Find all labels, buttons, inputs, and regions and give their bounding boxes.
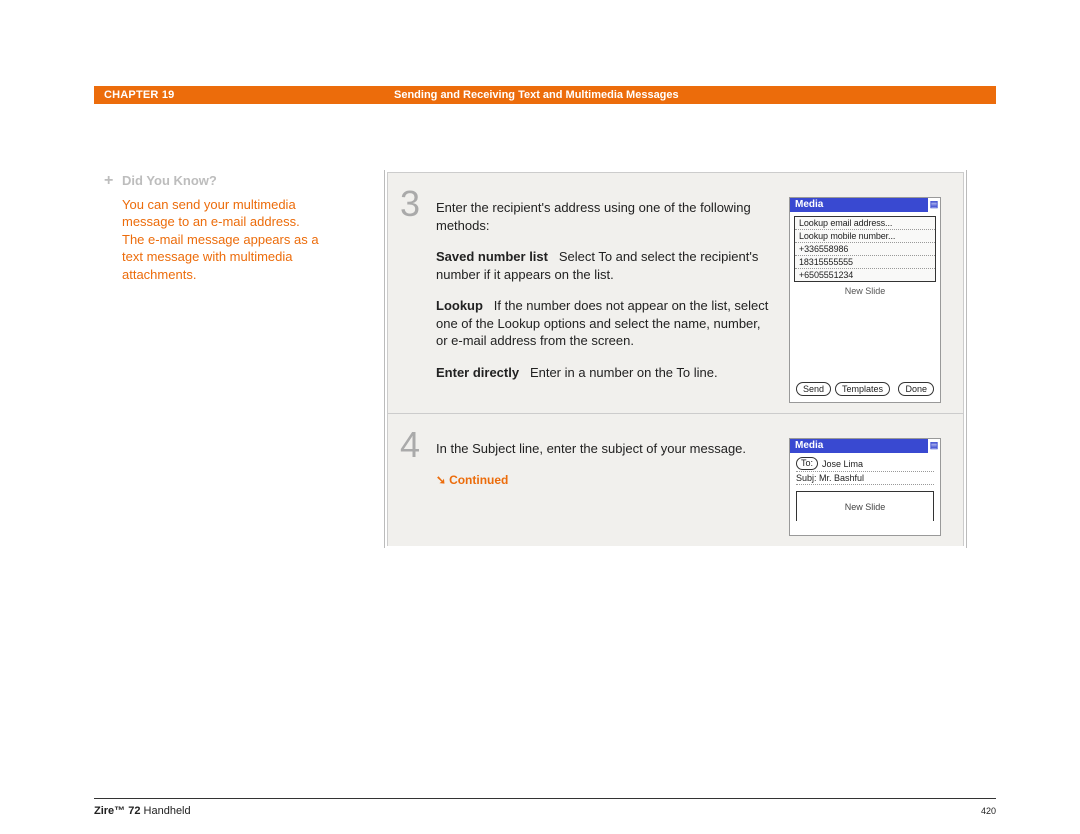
subject-line: Subj: Mr. Bashful — [796, 472, 934, 485]
device2-titlebar: Media ▤ — [790, 439, 940, 453]
step-4: 4 In the Subject line, enter the subject… — [387, 413, 964, 546]
list-item[interactable]: 18315555555 — [795, 256, 935, 269]
step-3-body: Enter the recipient's address using one … — [432, 173, 783, 413]
step-4-body: In the Subject line, enter the subject o… — [432, 414, 783, 546]
step-3-item-lookup: Lookup If the number does not appear on … — [436, 297, 773, 350]
menu-icon[interactable]: ▤ — [928, 439, 940, 453]
step-3-intro: Enter the recipient's address using one … — [436, 199, 773, 234]
to-button[interactable]: To: — [796, 457, 818, 470]
continued-arrow-icon: ➘ — [436, 472, 446, 488]
step-3: 3 Enter the recipient's address using on… — [387, 172, 964, 413]
step-number: 4 — [388, 414, 432, 546]
did-you-know-body: You can send your multimedia message to … — [104, 196, 324, 284]
step-number: 3 — [388, 173, 432, 413]
templates-button[interactable]: Templates — [835, 382, 890, 396]
send-button[interactable]: Send — [796, 382, 831, 396]
menu-icon[interactable]: ▤ — [928, 198, 940, 212]
step-4-screenshot: Media ▤ To: Jose Lima Subj: Mr. Bashful … — [783, 414, 963, 546]
did-you-know-sidebar: +Did You Know? You can send your multime… — [104, 170, 324, 283]
step-3-screenshot: Media ▤ Lookup email address... Lookup m… — [783, 173, 963, 413]
new-slide-label: New Slide — [798, 286, 932, 296]
subject-value: Mr. Bashful — [819, 473, 864, 483]
chapter-label: CHAPTER 19 — [94, 89, 174, 101]
page-number: 420 — [981, 806, 996, 816]
list-item[interactable]: +6505551234 — [795, 269, 935, 281]
list-item[interactable]: Lookup email address... — [795, 217, 935, 230]
device1-titlebar: Media ▤ — [790, 198, 940, 212]
product-name: Zire™ 72 Handheld — [94, 805, 191, 817]
to-value: Jose Lima — [822, 459, 863, 469]
step-3-item-direct: Enter directly Enter in a number on the … — [436, 364, 773, 382]
new-slide-area[interactable]: New Slide — [796, 491, 934, 521]
plus-icon: + — [104, 170, 122, 192]
device-media-compose: Media ▤ To: Jose Lima Subj: Mr. Bashful … — [789, 438, 941, 536]
continued-indicator: ➘Continued — [436, 472, 773, 488]
chapter-title: Sending and Receiving Text and Multimedi… — [394, 86, 679, 104]
device-media-lookup: Media ▤ Lookup email address... Lookup m… — [789, 197, 941, 403]
device1-buttons: Send Templates Done — [790, 378, 940, 402]
done-button[interactable]: Done — [898, 382, 934, 396]
to-line: To: Jose Lima — [796, 457, 934, 472]
chapter-header: CHAPTER 19 Sending and Receiving Text an… — [94, 86, 996, 104]
list-item[interactable]: Lookup mobile number... — [795, 230, 935, 243]
list-item[interactable]: +336558986 — [795, 243, 935, 256]
did-you-know-heading: +Did You Know? — [104, 170, 324, 192]
page-footer: Zire™ 72 Handheld 420 — [94, 798, 996, 818]
step-3-item-saved: Saved number list Select To and select t… — [436, 248, 773, 283]
steps-container: 3 Enter the recipient's address using on… — [384, 170, 967, 548]
step-4-intro: In the Subject line, enter the subject o… — [436, 440, 773, 458]
lookup-dropdown: Lookup email address... Lookup mobile nu… — [794, 216, 936, 282]
